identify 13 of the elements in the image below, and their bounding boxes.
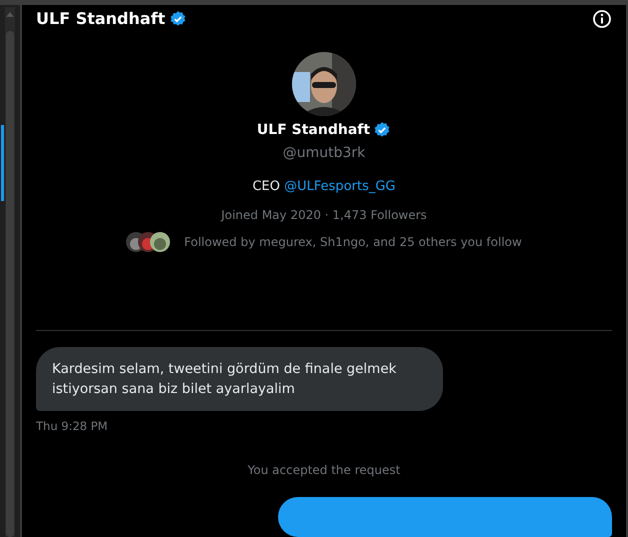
profile-name: ULF Standhaft	[256, 122, 370, 138]
followed-by-text: Followed by megurex, Sh1ngo, and 25 others you follow	[184, 235, 522, 250]
message-time: Thu 9:28 PM	[36, 419, 109, 433]
request-notice: You accepted the request	[248, 463, 400, 477]
window-title: ULF Standhaft	[36, 9, 166, 28]
message-bubble: Kardesim selam, tweetini gördüm de finale gelmek istiyorsan sana biz bilet ayarlayalim	[36, 347, 443, 411]
profile-link[interactable]: @ULFesports_GG	[284, 179, 396, 194]
scroll-up-arrow-icon[interactable]	[6, 11, 14, 17]
join-info: Joined May 2020 · 1,473 Followers	[221, 208, 427, 222]
info-icon[interactable]	[592, 8, 612, 29]
profile-bio: CEO @ULFesports_GG	[252, 179, 396, 194]
scrollbar[interactable]	[5, 7, 15, 537]
profile-handle: @umutb3rk	[282, 145, 366, 162]
